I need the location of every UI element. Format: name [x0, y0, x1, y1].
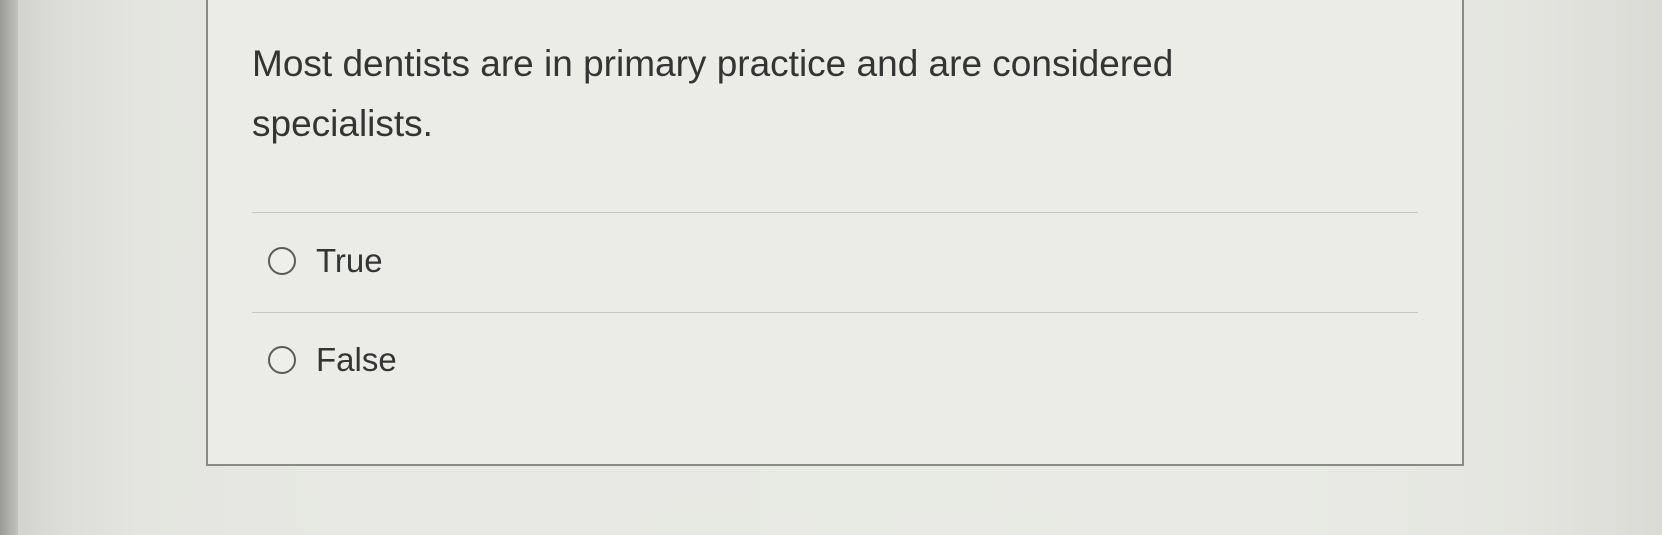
option-false[interactable]: False [268, 338, 397, 382]
radio-button-true[interactable] [268, 247, 296, 275]
option-true-label[interactable]: True [316, 239, 383, 283]
question-divider [252, 212, 1418, 213]
radio-button-false[interactable] [268, 346, 296, 374]
option-true[interactable]: True [268, 239, 383, 283]
question-text: Most dentists are in primary practice an… [252, 43, 1174, 144]
option-divider [252, 312, 1418, 313]
question-card: Most dentists are in primary practice an… [206, 0, 1464, 466]
option-false-label[interactable]: False [316, 338, 397, 382]
screen-edge-shadow [0, 0, 18, 535]
